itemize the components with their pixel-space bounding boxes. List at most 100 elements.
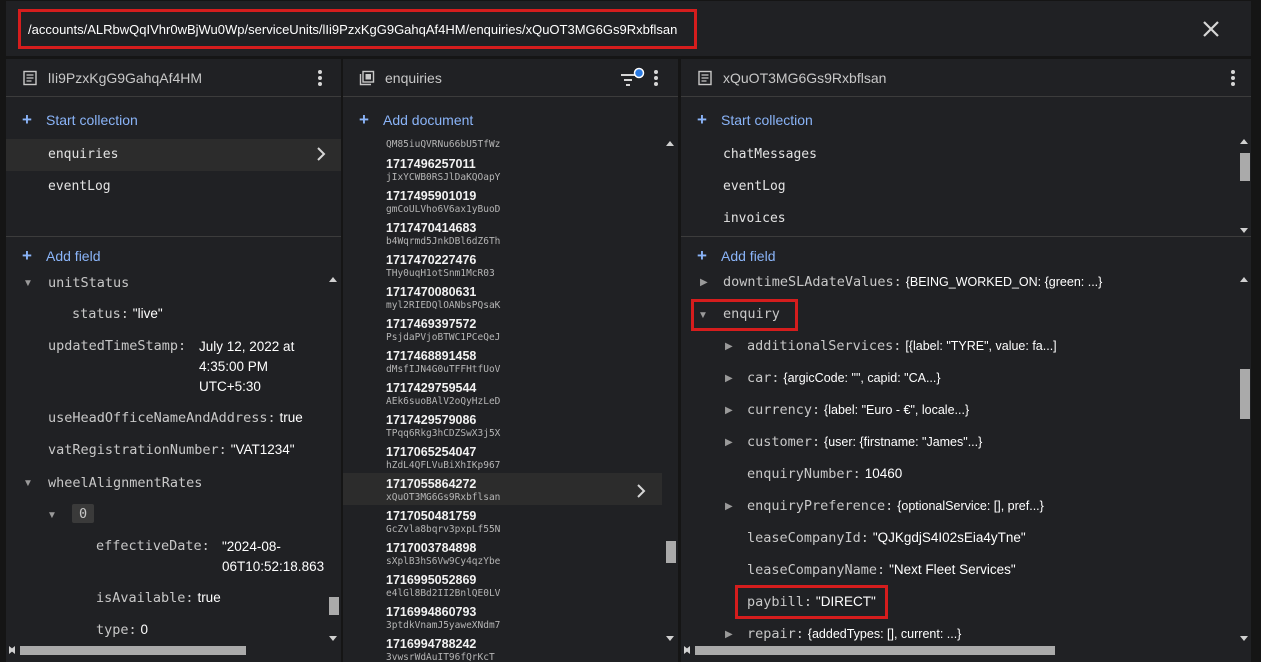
field-useheadoffice: useHeadOfficeNameAndAddress: true [48,410,303,426]
document-item[interactable]: 1717003784898 sXplB3hS6Vw9Cy4qzYbe [343,537,662,569]
plus-icon: + [697,246,707,265]
collection-item-chatmessages[interactable]: chatMessages [681,139,1251,171]
document-item[interactable]: 1717495901019 gmCoULVho6V6ax1yBuoD [343,185,662,217]
scroll-up-icon[interactable] [1240,277,1248,282]
collection-item-enquiries[interactable]: enquiries [6,139,341,171]
start-collection-button[interactable]: + Start collection [697,110,813,130]
document-timestamp: 1717003784898 [386,541,477,555]
scroll-down-icon[interactable] [1240,228,1248,233]
scroll-down-icon[interactable] [1240,636,1248,641]
scrollbar-thumb[interactable] [329,597,339,615]
field-status: status: "live" [72,306,163,322]
horizontal-scrollbar[interactable] [6,643,326,657]
scroll-right-icon[interactable] [9,646,14,654]
document-id: AEk6suoBAlV2oQyHzLeD [386,396,501,407]
expand-triangle-icon[interactable]: ▶ [725,373,733,384]
vertical-scrollbar[interactable] [663,137,677,643]
document-icon [698,70,712,86]
document-id: e4lGl8Bd2II2BnlQE0LV [386,588,501,599]
document-id: PsjdaPVjoBTWC1PCeQeJ [386,332,501,343]
vertical-scrollbar[interactable] [326,275,340,643]
collection-item-eventlog[interactable]: eventLog [6,171,341,203]
scroll-up-icon[interactable] [1240,139,1248,144]
field-currency: currency: {label: "Euro - €", locale...} [747,402,970,418]
expand-triangle-icon[interactable]: ▶ [725,437,733,448]
document-timestamp: 1717470080631 [386,285,477,299]
document-id[interactable]: QM85iuQVRNu66bU5TfWz [386,139,500,150]
add-field-button[interactable]: + Add field [22,246,100,266]
expand-triangle-icon[interactable]: ▶ [700,277,708,288]
document-id: 3ptdkVnamJ5yaweXNdm7 [386,620,501,631]
document-item[interactable]: 1717429759544 AEk6suoBAlV2oQyHzLeD [343,377,662,409]
close-icon[interactable] [1201,19,1221,39]
document-item[interactable]: 1716994860793 3ptdkVnamJ5yaweXNdm7 [343,601,662,633]
chevron-right-icon [637,484,646,498]
path-text[interactable]: /accounts/ALRbwQqIVhr0wBjWu0Wp/serviceUn… [28,22,677,37]
document-item[interactable]: 1717470227476 THy0uqH1otSnm1McR03 [343,249,662,281]
pane-header: lIi9PzxKgG9GahqAf4HM [6,59,341,97]
document-item[interactable]: 1717468891458 dMsfIJN4G0uTFFHtfUoV [343,345,662,377]
document-item[interactable]: 1717050481759 GcZvla8bqrv3pxpLf55N [343,505,662,537]
scroll-down-icon[interactable] [666,636,674,641]
document-item[interactable]: 1717055864272 xQuOT3MG6Gs9Rxbflsan [343,473,662,505]
field-customer: customer: {user: {firstname: "James"...} [747,434,983,450]
filter-icon[interactable] [619,67,645,89]
scroll-up-icon[interactable] [666,141,674,146]
expand-triangle-icon[interactable]: ▶ [725,629,733,640]
document-pane: xQuOT3MG6Gs9Rxbflsan + Start collection c… [681,59,1251,662]
document-id: b4Wqrmd5JnkDBl6dZ6Th [386,236,501,247]
scrollbar-thumb[interactable] [20,646,246,655]
plus-icon: + [359,110,369,129]
pane-title: lIi9PzxKgG9GahqAf4HM [48,70,203,86]
vertical-scrollbar[interactable] [1237,275,1251,643]
document-id: sXplB3hS6Vw9Cy4qzYbe [386,556,501,567]
kebab-menu-icon[interactable] [653,69,659,87]
collapse-triangle-icon[interactable]: ▼ [23,478,33,489]
scrollbar-thumb[interactable] [1240,369,1250,419]
section-divider [681,236,1251,237]
document-id: hZdL4QFLVuBiXhIKp967 [386,460,501,471]
scroll-down-icon[interactable] [329,636,337,641]
document-item[interactable]: 1717470414683 b4Wqrmd5JnkDBl6dZ6Th [343,217,662,249]
path-bar: /accounts/ALRbwQqIVhr0wBjWu0Wp/serviceUn… [6,1,1251,56]
add-document-button[interactable]: + Add document [359,110,473,130]
scrollbar-thumb[interactable] [695,646,1055,655]
kebab-menu-icon[interactable] [1230,69,1236,87]
field-effectivedate-value: "2024-08- 06T10:52:18.863 [222,539,325,574]
collection-item-eventlog[interactable]: eventLog [681,171,1251,203]
expand-triangle-icon[interactable]: ▶ [725,501,733,512]
field-unitstatus: unitStatus [48,275,130,291]
expand-triangle-icon[interactable]: ▶ [725,405,733,416]
document-item[interactable]: 1717065254047 hZdL4QFLVuBiXhIKp967 [343,441,662,473]
add-field-button[interactable]: + Add field [697,246,775,266]
document-item[interactable]: 1717429579086 TPqq6Rkg3hCDZSwX3j5X [343,409,662,441]
document-id: THy0uqH1otSnm1McR03 [386,268,495,279]
horizontal-scrollbar[interactable] [681,643,1237,657]
document-item[interactable]: 1716995052869 e4lGl8Bd2II2BnlQE0LV [343,569,662,601]
collapse-triangle-icon[interactable]: ▼ [698,310,708,321]
collapse-triangle-icon[interactable]: ▼ [47,510,57,521]
vertical-scrollbar[interactable] [1237,137,1251,235]
collection-item-invoices[interactable]: invoices [681,203,1251,235]
scroll-right-icon[interactable] [684,646,689,654]
document-item[interactable]: 1716994788242 3vwsrWdAuIT96fQrKcT [343,633,662,662]
field-effectivedate: effectiveDate: [96,538,210,554]
expand-triangle-icon[interactable]: ▶ [725,341,733,352]
start-collection-button[interactable]: + Start collection [22,110,138,130]
document-item[interactable]: 1717470080631 myl2RIEDQlOANbsPQsaK [343,281,662,313]
scrollbar-thumb[interactable] [666,541,676,563]
document-item[interactable]: 1717469397572 PsjdaPVjoBTWC1PCeQeJ [343,313,662,345]
collapse-triangle-icon[interactable]: ▼ [23,278,33,289]
document-timestamp: 1717469397572 [386,317,477,331]
scroll-up-icon[interactable] [329,277,337,282]
plus-icon: + [697,110,707,129]
array-index-badge: 0 [72,504,95,523]
field-enquirynumber: enquiryNumber: 10460 [747,466,903,482]
document-timestamp: 1717429759544 [386,381,477,395]
document-id: myl2RIEDQlOANbsPQsaK [386,300,501,311]
kebab-menu-icon[interactable] [317,69,323,87]
document-id: GcZvla8bqrv3pxpLf55N [386,524,501,535]
document-item[interactable]: 1717496257011 jIxYCWB0RSJlDaKQOapY [343,153,662,185]
document-timestamp: 1717065254047 [386,445,477,459]
scrollbar-thumb[interactable] [1240,153,1250,181]
